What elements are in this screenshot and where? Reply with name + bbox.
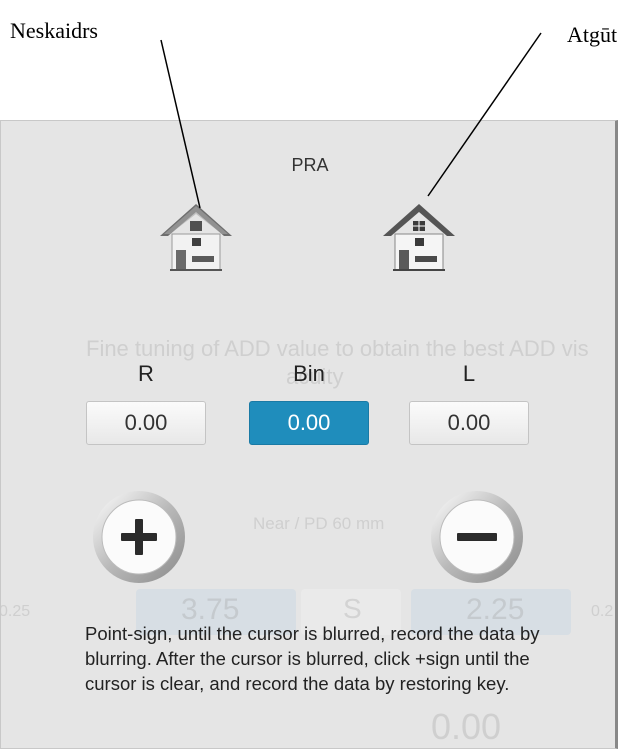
pra-dialog: Fine tuning of ADD value to obtain the b… [0, 120, 618, 749]
l-value-button[interactable]: 0.00 [409, 401, 529, 445]
background-left-small: 0.25 [0, 603, 31, 620]
house-blurred-icon [160, 204, 232, 271]
background-right-small: 0.2 [591, 603, 614, 620]
column-label-r: R [138, 361, 154, 386]
column-label-bin: Bin [293, 361, 325, 386]
annotation-blurred-label: Neskaidrs [10, 18, 98, 43]
annotation-restore-label: Atgūt [567, 22, 618, 47]
dialog-title: PRA [291, 155, 329, 175]
background-text-line1: Fine tuning of ADD value to obtain the b… [86, 336, 589, 361]
blurred-button[interactable] [156, 196, 236, 276]
house-restore-icon [383, 204, 455, 271]
plus-button[interactable] [91, 489, 187, 585]
instruction-text: Point-sign, until the cursor is blurred,… [85, 623, 540, 694]
plus-icon [93, 491, 185, 583]
column-label-l: L [462, 361, 476, 386]
minus-button[interactable] [429, 489, 525, 585]
bin-value-button[interactable]: 0.00 [249, 401, 369, 445]
r-value-button[interactable]: 0.00 [86, 401, 206, 445]
minus-icon [431, 491, 523, 583]
restore-button[interactable] [379, 196, 459, 276]
background-near-label: Near / PD 60 mm [253, 514, 385, 533]
background-bottom-value: 0.00 [431, 706, 502, 747]
